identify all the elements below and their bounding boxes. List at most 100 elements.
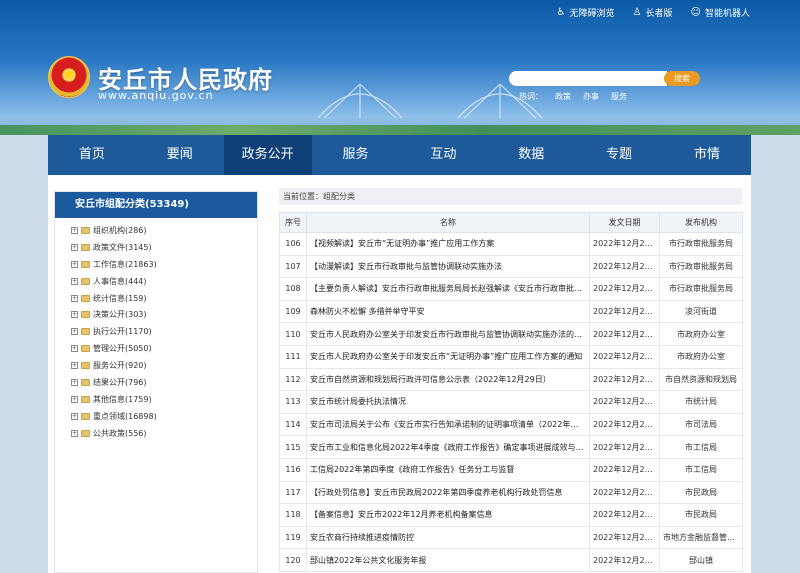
folder-icon xyxy=(81,294,90,302)
expand-plus-icon[interactable]: + xyxy=(71,311,78,319)
row-title-link[interactable]: 安丘市统计局委托执法情况 xyxy=(306,390,590,414)
row-org: 市行政审批服务局 xyxy=(659,232,743,256)
site-header: ♿无障碍浏览♙长者版☺智能机器人 安丘市人民政府 www.anqiu.gov.c… xyxy=(0,0,800,135)
accessibility-icon: ♿ xyxy=(556,7,566,18)
nav-item-1[interactable]: 要闻 xyxy=(136,135,224,175)
expand-plus-icon[interactable]: + xyxy=(71,395,78,403)
expand-plus-icon[interactable]: + xyxy=(71,243,78,251)
row-date: 2022年12月29日 xyxy=(589,254,660,279)
hot-word-link[interactable]: 政策 xyxy=(555,91,571,102)
nav-item-2[interactable]: 政务公开 xyxy=(223,135,312,175)
row-title-link[interactable]: 安丘市司法局关于公布《安丘市实行告知承诺制的证明事项清单（2022年版）》... xyxy=(306,412,590,437)
expand-plus-icon[interactable]: + xyxy=(71,429,78,437)
row-date: 2022年12月29日 xyxy=(589,344,660,369)
sidebar-item[interactable]: + 统计信息(159) xyxy=(71,290,257,307)
sidebar-item-label: 人事信息(444) xyxy=(93,276,147,286)
row-title-link[interactable]: 安丘市自然资源和规划局行政许可信息公示表（2022年12月29日） xyxy=(306,367,590,392)
row-title-link[interactable]: 郚山镇2022年公共文化服务年报 xyxy=(306,548,590,572)
row-org: 凌河街道 xyxy=(659,299,743,324)
expand-plus-icon[interactable]: + xyxy=(71,362,78,370)
sidebar-item[interactable]: + 执行公开(1170) xyxy=(71,323,257,340)
table-row: 114 安丘市司法局关于公布《安丘市实行告知承诺制的证明事项清单（2022年版）》… xyxy=(279,412,743,437)
row-index: 114 xyxy=(279,412,307,437)
row-title-link[interactable]: 【主要负责人解读】安丘市行政审批服务局局长赵强解读《安丘市行政审批与监... xyxy=(306,277,590,301)
row-index: 115 xyxy=(279,435,307,459)
main-nav: 首页 要闻 政务公开 服务 互动 数据 专题 市情 xyxy=(48,135,751,175)
search-button[interactable]: 搜索 xyxy=(664,71,700,86)
expand-plus-icon[interactable]: + xyxy=(71,294,78,302)
row-title-link[interactable]: 安丘农商行持续推进疫情防控 xyxy=(306,525,590,550)
folder-icon xyxy=(81,226,90,234)
sidebar-item[interactable]: + 服务公开(920) xyxy=(71,357,257,374)
row-date: 2022年12月29日 xyxy=(589,457,660,482)
nav-item-3[interactable]: 服务 xyxy=(312,135,400,175)
nav-item-4[interactable]: 互动 xyxy=(400,135,488,175)
sidebar-item[interactable]: + 管理公开(5050) xyxy=(71,340,257,357)
sidebar-tree: + 组织机构(286) + 政策文件(3145) + 工作信息(21863) + 人事信息(4… xyxy=(55,218,257,442)
row-date: 2022年12月29日 xyxy=(589,480,660,505)
row-title-link[interactable]: 【行政处罚信息】安丘市民政局2022年第四季度养老机构行政处罚信息 xyxy=(306,480,590,505)
nav-item-0[interactable]: 首页 xyxy=(48,135,136,175)
row-title-link[interactable]: 【动漫解读】安丘市行政审批与监管协调联动实施办法 xyxy=(306,254,590,279)
row-index: 109 xyxy=(279,299,307,324)
hot-word-link[interactable]: 办事 xyxy=(583,91,599,102)
row-title-link[interactable]: 安丘市人民政府办公室关于印发安丘市“无证明办事”推广应用工作方案的通知 xyxy=(306,344,590,369)
sidebar-item-label: 政策文件(3145) xyxy=(93,242,152,252)
document-table: 序号 名称 发文日期 发布机构 106 【视频解读】安丘市“无证明办事”推广应用工… xyxy=(279,212,743,572)
row-org: 郚山镇 xyxy=(659,548,743,572)
expand-plus-icon[interactable]: + xyxy=(71,260,78,268)
top-link-label: 智能机器人 xyxy=(704,9,750,19)
hot-word-link[interactable]: 服务 xyxy=(611,91,627,102)
row-title-link[interactable]: 【备案信息】安丘市2022年12月养老机构备案信息 xyxy=(306,503,590,527)
sidebar-item[interactable]: + 其他信息(1759) xyxy=(71,391,257,408)
row-date: 2022年12月28日 xyxy=(589,548,660,572)
sidebar-item-label: 统计信息(159) xyxy=(93,293,147,303)
top-link-label: 长者版 xyxy=(645,9,673,19)
top-link-0[interactable]: ♿ 无障碍浏览 xyxy=(557,6,615,19)
sidebar-item[interactable]: + 政策文件(3145) xyxy=(71,239,257,256)
sidebar-item[interactable]: + 公共政策(556) xyxy=(71,425,257,442)
row-title-link[interactable]: 森林防火不松懈 多措并举守平安 xyxy=(306,299,590,324)
row-title-link[interactable]: 【视频解读】安丘市“无证明办事”推广应用工作方案 xyxy=(306,232,590,256)
top-link-2[interactable]: ☺ 智能机器人 xyxy=(691,6,750,19)
row-date: 2022年12月29日 xyxy=(589,232,660,256)
folder-icon xyxy=(81,429,90,437)
row-org: 市政府办公室 xyxy=(659,322,743,346)
table-row: 115 安丘市工业和信息化局2022年4季度《政府工作报告》确定事项进展成效与举措… xyxy=(279,435,743,459)
sidebar-item[interactable]: + 组织机构(286) xyxy=(71,222,257,239)
nav-item-6[interactable]: 专题 xyxy=(575,135,663,175)
row-title-link[interactable]: 工信局2022年第四季度《政府工作报告》任务分工与监督 xyxy=(306,457,590,482)
folder-icon xyxy=(81,362,90,370)
row-index: 110 xyxy=(279,322,307,346)
row-org: 市司法局 xyxy=(659,412,743,437)
nav-item-5[interactable]: 数据 xyxy=(487,135,575,175)
folder-icon xyxy=(81,243,90,251)
sidebar-item-label: 执行公开(1170) xyxy=(93,327,152,337)
row-org: 市工信局 xyxy=(659,457,743,482)
top-link-label: 无障碍浏览 xyxy=(569,9,615,19)
sidebar-item[interactable]: + 重点领域(16898) xyxy=(71,408,257,425)
nav-item-7[interactable]: 市情 xyxy=(663,135,751,175)
top-link-1[interactable]: ♙ 长者版 xyxy=(633,6,673,19)
row-title-link[interactable]: 安丘市人民政府办公室关于印发安丘市行政审批与监管协调联动实施办法的通知 xyxy=(306,322,590,346)
search-input[interactable] xyxy=(509,71,667,86)
expand-plus-icon[interactable]: + xyxy=(71,277,78,285)
row-date: 2022年12月29日 xyxy=(589,299,660,324)
table-row: 106 【视频解读】安丘市“无证明办事”推广应用工作方案 2022年12月29日 市行… xyxy=(279,232,743,256)
expand-plus-icon[interactable]: + xyxy=(71,345,78,353)
sidebar-item[interactable]: + 工作信息(21863) xyxy=(71,256,257,273)
sidebar-item[interactable]: + 决策公开(303) xyxy=(71,306,257,323)
expand-plus-icon[interactable]: + xyxy=(71,226,78,234)
sidebar-item-label: 决策公开(303) xyxy=(93,310,147,320)
row-org: 市民政局 xyxy=(659,480,743,505)
row-org: 市民政局 xyxy=(659,503,743,527)
sidebar-item[interactable]: + 人事信息(444) xyxy=(71,273,257,290)
expand-plus-icon[interactable]: + xyxy=(71,328,78,336)
sidebar-item[interactable]: + 结果公开(796) xyxy=(71,374,257,391)
table-row: 108 【主要负责人解读】安丘市行政审批服务局局长赵强解读《安丘市行政审批与监..… xyxy=(279,277,743,301)
row-title-link[interactable]: 安丘市工业和信息化局2022年4季度《政府工作报告》确定事项进展成效与举措 xyxy=(306,435,590,459)
expand-plus-icon[interactable]: + xyxy=(71,412,78,420)
row-date: 2022年12月29日 xyxy=(589,322,660,346)
row-org: 市政府办公室 xyxy=(659,344,743,369)
expand-plus-icon[interactable]: + xyxy=(71,378,78,386)
